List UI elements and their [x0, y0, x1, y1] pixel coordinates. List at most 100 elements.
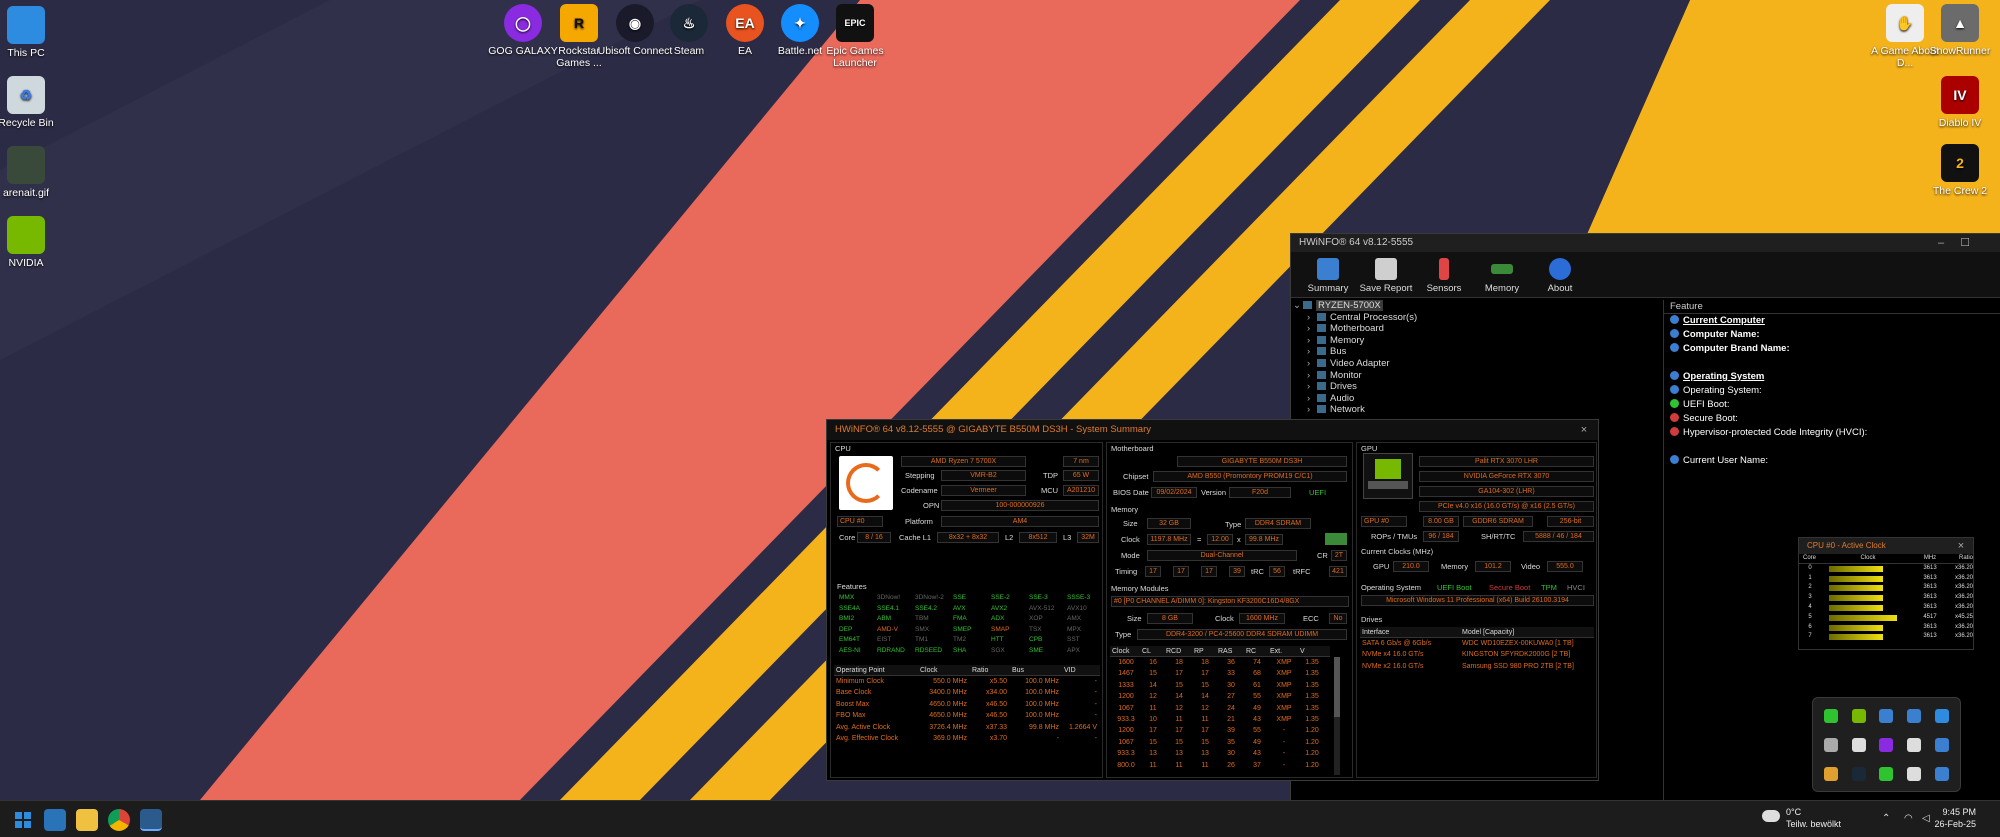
feature-row[interactable]: Operating System:	[1664, 384, 2000, 398]
chevron-right-icon[interactable]: ›	[1307, 393, 1317, 405]
feature-row[interactable]: Computer Name:	[1664, 328, 2000, 342]
clock-widget-titlebar[interactable]: CPU #0 - Active Clock ×	[1799, 538, 1973, 554]
tray-app-icon[interactable]	[1935, 737, 1950, 752]
table-row[interactable]: 800.0 11 11 11 26 37 - 1.20	[1110, 760, 1330, 771]
feature-row[interactable]	[1664, 440, 2000, 454]
tree-item[interactable]: › Motherboard	[1293, 323, 1663, 335]
tree-item[interactable]: › Network	[1293, 404, 1663, 416]
tree-item[interactable]: › Video Adapter	[1293, 358, 1663, 370]
timings-scrollbar[interactable]	[1334, 657, 1340, 775]
table-row[interactable]: Boost Max 4650.0 MHz x46.50 100.0 MHz -	[834, 699, 1100, 710]
table-row[interactable]: NVMe x4 16.0 GT/s KINGSTON SFYRDK2000G [2…	[1360, 649, 1594, 660]
tray-app-icon[interactable]	[1879, 737, 1894, 752]
tray-app-icon[interactable]	[1823, 766, 1838, 781]
table-row[interactable]: 1467 15 17 17 33 68 XMP 1.35	[1110, 668, 1330, 679]
tree-item[interactable]: › Audio	[1293, 393, 1663, 405]
cpu-select[interactable]: CPU #0	[837, 516, 883, 527]
table-row[interactable]: 933.3 10 11 11 21 43 XMP 1.35	[1110, 714, 1330, 725]
file-explorer-icon[interactable]	[76, 809, 98, 831]
feature-row[interactable]: Secure Boot:	[1664, 412, 2000, 426]
table-row[interactable]: NVMe x2 16.0 GT/s Samsung SSD 980 PRO 2TB…	[1360, 661, 1594, 672]
tree-item[interactable]: › Memory	[1293, 335, 1663, 347]
table-row[interactable]: 1600 16 18 18 36 74 XMP 1.35	[1110, 657, 1330, 668]
chevron-up-icon[interactable]: ⌃	[1882, 813, 1890, 824]
memory-button[interactable]: Memory	[1473, 252, 1531, 297]
tray-app-icon[interactable]	[1907, 708, 1922, 723]
about-button[interactable]: About	[1531, 252, 1589, 297]
chevron-right-icon[interactable]: ›	[1307, 346, 1317, 358]
table-row[interactable]: 1067 15 15 15 35 49 - 1.20	[1110, 737, 1330, 748]
chevron-right-icon[interactable]: ›	[1307, 323, 1317, 335]
table-row[interactable]: SATA 6 Gb/s @ 6Gb/s WDC WD10EZEX-00KUWA0 …	[1360, 638, 1594, 649]
tray-app-icon[interactable]	[1907, 737, 1922, 752]
close-button[interactable]: ×	[1572, 420, 1596, 438]
chevron-down-icon[interactable]: ⌄	[1293, 300, 1303, 312]
feature-row[interactable]: Operating System	[1664, 370, 2000, 384]
tray-app-icon[interactable]	[1935, 766, 1950, 781]
tray-app-icon[interactable]	[1851, 766, 1866, 781]
feature-row[interactable]: Hypervisor-protected Code Integrity (HVC…	[1664, 426, 2000, 440]
tray-app-icon[interactable]	[1823, 708, 1838, 723]
tree-item[interactable]: › Central Processor(s)	[1293, 312, 1663, 324]
chevron-right-icon[interactable]: ›	[1307, 312, 1317, 324]
wifi-icon[interactable]: ◠	[1904, 813, 1913, 824]
chevron-right-icon[interactable]: ›	[1307, 370, 1317, 382]
table-row[interactable]: 1200 17 17 17 39 55 - 1.20	[1110, 725, 1330, 736]
chevron-right-icon[interactable]: ›	[1307, 358, 1317, 370]
chevron-right-icon[interactable]: ›	[1307, 381, 1317, 393]
feature-row[interactable]: Current Computer	[1664, 314, 2000, 328]
cpu-feature-flag: SHA	[953, 646, 967, 654]
chevron-right-icon[interactable]: ›	[1307, 404, 1317, 416]
speaker-icon[interactable]: ◁	[1922, 813, 1930, 824]
table-row[interactable]: 1067 11 12 12 24 49 XMP 1.35	[1110, 703, 1330, 714]
tree-item[interactable]: › Monitor	[1293, 370, 1663, 382]
desktop-icon-snowrunner[interactable]: ▲ SnowRunner	[1921, 4, 1999, 57]
table-row[interactable]: FBO Max 4650.0 MHz x46.50 100.0 MHz -	[834, 710, 1100, 721]
main-window-titlebar[interactable]: HWiNFO® 64 v8.12-5555 – ☐	[1291, 234, 2000, 252]
summary-button[interactable]: Summary	[1299, 252, 1357, 297]
maximize-button[interactable]: ☐	[1953, 234, 1977, 252]
sensors-button[interactable]: Sensors	[1415, 252, 1473, 297]
desktop-icon-diablo[interactable]: IV Diablo IV	[1921, 76, 1999, 129]
chevron-right-icon[interactable]: ›	[1307, 335, 1317, 347]
clock[interactable]: 9:45 PM 26-Feb-25	[1934, 806, 1976, 830]
task-view-icon[interactable]	[44, 809, 66, 831]
table-row[interactable]: 933.3 13 13 13 30 43 - 1.20	[1110, 748, 1330, 759]
desktop-icon-epic[interactable]: EPIC Epic Games Launcher	[816, 4, 894, 69]
tray-app-icon[interactable]	[1823, 737, 1838, 752]
feature-row[interactable]: Current User Name:	[1664, 454, 2000, 468]
tree-root[interactable]: ⌄ RYZEN-5700X	[1293, 300, 1663, 312]
gpu-select[interactable]: GPU #0	[1361, 516, 1407, 527]
table-row[interactable]: Base Clock 3400.0 MHz x34.00 100.0 MHz -	[834, 687, 1100, 698]
close-icon[interactable]: ×	[1949, 538, 1973, 554]
table-row[interactable]: 1333 14 15 15 30 61 XMP 1.35	[1110, 680, 1330, 691]
tray-app-icon[interactable]	[1907, 766, 1922, 781]
tray-app-icon[interactable]	[1879, 708, 1894, 723]
tree-item[interactable]: › Bus	[1293, 346, 1663, 358]
tray-app-icon[interactable]	[1851, 737, 1866, 752]
minimize-button[interactable]: –	[1929, 234, 1953, 252]
tray-app-icon[interactable]	[1935, 708, 1950, 723]
tray-app-icon[interactable]	[1879, 766, 1894, 781]
feature-row[interactable]: Computer Brand Name:	[1664, 342, 2000, 356]
desktop-icon-crew2[interactable]: 2 The Crew 2	[1921, 144, 1999, 197]
desktop-icon-this-pc[interactable]: This PC	[0, 6, 65, 59]
table-row[interactable]: Avg. Effective Clock 369.0 MHz x3.70 - -	[834, 733, 1100, 744]
table-row[interactable]: 1200 12 14 14 27 55 XMP 1.35	[1110, 691, 1330, 702]
desktop-icon-arenait[interactable]: arenait.gif	[0, 146, 65, 199]
start-button[interactable]	[12, 809, 34, 831]
feature-row[interactable]	[1664, 356, 2000, 370]
feature-row[interactable]: UEFI Boot:	[1664, 398, 2000, 412]
weather-widget[interactable]: 0°C Teilw. bewölkt	[1762, 806, 1841, 830]
memory-module-select[interactable]: #0 [P0 CHANNEL A/DIMM 0]: Kingston KF320…	[1111, 596, 1349, 607]
table-row[interactable]: Avg. Active Clock 3726.4 MHz x37.33 99.8 MH…	[834, 722, 1100, 733]
table-row[interactable]: Minimum Clock 550.0 MHz x5.50 100.0 MHz -	[834, 676, 1100, 687]
tree-item[interactable]: › Drives	[1293, 381, 1663, 393]
hwinfo-taskbar-icon[interactable]	[140, 809, 162, 831]
tray-app-icon[interactable]	[1851, 708, 1866, 723]
chrome-icon[interactable]	[108, 809, 130, 831]
summary-titlebar[interactable]: HWiNFO® 64 v8.12-5555 @ GIGABYTE B550M D…	[827, 420, 1598, 440]
desktop-icon-recycle-bin[interactable]: ♻ Recycle Bin	[0, 76, 65, 129]
save-report-button[interactable]: Save Report	[1357, 252, 1415, 297]
desktop-icon-nvidia[interactable]: NVIDIA	[0, 216, 65, 269]
